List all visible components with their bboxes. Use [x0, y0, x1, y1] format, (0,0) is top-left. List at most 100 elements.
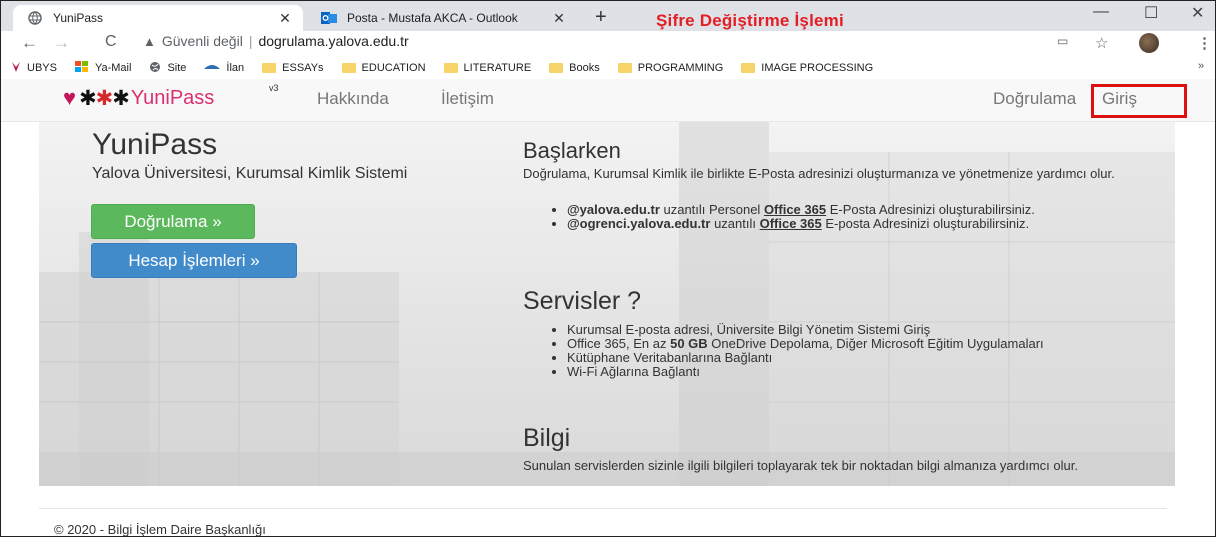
- brand-logo[interactable]: ♥ ✱✱✱ YuniPass v3: [63, 83, 279, 111]
- nav-hakkinda[interactable]: Hakkında: [317, 89, 389, 109]
- tab-strip: YuniPass ✕ Posta - Mustafa AKCA - Outloo…: [1, 1, 1215, 31]
- browser-toolbar: ← → C ▲ Güvenli değil | dogrulama.yalova…: [1, 31, 1215, 57]
- bookmark-label: Site: [167, 62, 187, 74]
- domain-text: @yalova.edu.tr: [567, 202, 660, 217]
- list-text: Office 365, En az: [567, 336, 671, 351]
- hero-subtitle: Yalova Üniversitesi, Kurumsal Kimlik Sis…: [92, 165, 408, 182]
- folder-icon: [617, 63, 632, 73]
- list-text: uzantılı Personel: [659, 202, 764, 217]
- back-icon[interactable]: ←: [21, 33, 38, 53]
- footer-text: © 2020 - Bilgi İşlem Daire Başkanlığı: [54, 522, 266, 537]
- tab-yunipass[interactable]: YuniPass ✕: [13, 5, 303, 31]
- bookmark-folder-literature[interactable]: LITERATURE: [443, 62, 532, 74]
- window-close-button[interactable]: ✕: [1191, 3, 1204, 23]
- brand-name: YuniPass: [130, 86, 215, 109]
- bookmark-label: EDUCATION: [361, 62, 426, 74]
- bookmark-label: Books: [569, 62, 600, 74]
- new-tab-button[interactable]: +: [595, 6, 607, 29]
- list-item: Wi-Fi Ağlarına Bağlantı: [567, 365, 1127, 379]
- bookmark-folder-programming[interactable]: PROGRAMMING: [617, 62, 724, 74]
- account-operations-button[interactable]: Hesap İşlemleri »: [91, 243, 297, 278]
- section-title-baslarken: Başlarken: [523, 138, 621, 163]
- url-text: dogrulama.yalova.edu.tr: [258, 33, 409, 49]
- bookmark-label: UBYS: [27, 62, 57, 74]
- folder-icon: [262, 63, 277, 73]
- separator: |: [248, 33, 253, 49]
- bookmark-label: IMAGE PROCESSING: [761, 62, 874, 74]
- bookmark-label: Ya-Mail: [94, 62, 132, 74]
- tab-close-icon[interactable]: ✕: [275, 10, 295, 27]
- tab-outlook[interactable]: Posta - Mustafa AKCA - Outlook ✕: [307, 5, 577, 31]
- list-item: Kütüphane Veritabanlarına Bağlantı: [567, 351, 1127, 365]
- list-item: Kurumsal E-posta adresi, Üniversite Bilg…: [567, 323, 1127, 337]
- office365-link[interactable]: Office 365: [760, 216, 822, 231]
- site-navbar: ♥ ✱✱✱ YuniPass v3 Hakkında İletişim Doğr…: [1, 79, 1215, 122]
- verify-button[interactable]: Doğrulama »: [91, 204, 255, 239]
- tab-close-icon[interactable]: ✕: [549, 10, 569, 27]
- office365-link[interactable]: Office 365: [764, 202, 826, 217]
- main-hero: YuniPass Yalova Üniversitesi, Kurumsal K…: [39, 122, 1175, 486]
- menu-icon[interactable]: ⋮: [1197, 34, 1212, 52]
- warning-icon: ▲: [143, 33, 156, 49]
- folder-icon: [741, 63, 756, 73]
- bookmark-site[interactable]: Site: [149, 61, 186, 76]
- list-text: uzantılı: [710, 216, 760, 231]
- folder-icon: [443, 63, 458, 73]
- security-label: Güvenli değil: [161, 33, 243, 49]
- list-text: OneDrive Depolama, Diğer Microsoft Eğiti…: [707, 336, 1044, 351]
- hero-content: YuniPass Yalova Üniversitesi, Kurumsal K…: [39, 122, 1175, 486]
- highlight-box: [1091, 84, 1187, 118]
- tab-title: YuniPass: [53, 11, 104, 25]
- ubys-icon: [11, 61, 21, 76]
- bookmark-folder-books[interactable]: Books: [549, 62, 600, 74]
- logo-mark-icon: ♥: [63, 85, 77, 110]
- bookmark-label: LITERATURE: [463, 62, 532, 74]
- bookmark-label: PROGRAMMING: [637, 62, 724, 74]
- hero-title: YuniPass: [92, 128, 218, 161]
- folder-icon: [341, 63, 356, 73]
- annotation-label: Şifre Değiştirme İşlemi: [656, 11, 844, 30]
- baslarken-list: @yalova.edu.tr uzantılı Personel Office …: [523, 203, 1127, 231]
- tab-title: Posta - Mustafa AKCA - Outlook: [347, 11, 518, 25]
- address-bar[interactable]: ▲ Güvenli değil | dogrulama.yalova.edu.t…: [143, 33, 409, 49]
- bookmarks-bar: UBYS Ya-Mail Site İlan ESSAYs EDUCATION …: [1, 57, 1215, 79]
- forward-icon[interactable]: →: [53, 33, 70, 53]
- bookmark-ubys[interactable]: UBYS: [11, 61, 57, 76]
- bilgi-text: Sunulan servislerden sizinle ilgili bilg…: [523, 458, 1078, 473]
- ilan-icon: [204, 62, 221, 74]
- list-item: @yalova.edu.tr uzantılı Personel Office …: [567, 203, 1127, 217]
- bookmark-folder-education[interactable]: EDUCATION: [341, 62, 426, 74]
- star-icon[interactable]: ☆: [1095, 34, 1108, 52]
- reload-icon[interactable]: C: [105, 33, 117, 51]
- section-title-servisler: Servisler ?: [523, 287, 642, 315]
- domain-text: @ogrenci.yalova.edu.tr: [567, 216, 711, 231]
- logo-stars-icon: ✱✱✱: [79, 86, 130, 110]
- microsoft-icon: [74, 60, 89, 76]
- globe-icon: [149, 61, 161, 76]
- browser-window: YuniPass ✕ Posta - Mustafa AKCA - Outloo…: [0, 0, 1216, 537]
- bookmark-ya-mail[interactable]: Ya-Mail: [74, 60, 132, 76]
- bookmarks-overflow-icon[interactable]: »: [1198, 60, 1204, 72]
- cast-icon[interactable]: ▭: [1057, 34, 1068, 48]
- bookmark-folder-image-processing[interactable]: IMAGE PROCESSING: [741, 62, 873, 74]
- nav-iletisim[interactable]: İletişim: [441, 89, 494, 109]
- maximize-button[interactable]: ☐: [1144, 3, 1158, 23]
- list-text: E-Posta Adresinizi oluşturabilirsiniz.: [826, 202, 1035, 217]
- bookmark-ilan[interactable]: İlan: [204, 62, 244, 74]
- brand-version: v3: [269, 83, 279, 93]
- baslarken-text: Doğrulama, Kurumsal Kimlik ile birlikte …: [523, 166, 1115, 181]
- bookmark-folder-essays[interactable]: ESSAYs: [262, 62, 324, 74]
- nav-dogrulama[interactable]: Doğrulama: [993, 89, 1076, 109]
- bookmark-label: İlan: [226, 62, 245, 74]
- list-item: Office 365, En az 50 GB OneDrive Depolam…: [567, 337, 1127, 351]
- profile-avatar[interactable]: [1139, 33, 1159, 53]
- storage-size: 50 GB: [670, 336, 708, 351]
- bookmark-label: ESSAYs: [282, 62, 324, 74]
- footer-divider: [39, 508, 1167, 509]
- list-item: @ogrenci.yalova.edu.tr uzantılı Office 3…: [567, 217, 1127, 231]
- folder-icon: [549, 63, 564, 73]
- outlook-icon: [321, 10, 337, 26]
- section-title-bilgi: Bilgi: [523, 424, 571, 452]
- globe-icon: [27, 10, 43, 26]
- minimize-button[interactable]: —: [1093, 3, 1109, 21]
